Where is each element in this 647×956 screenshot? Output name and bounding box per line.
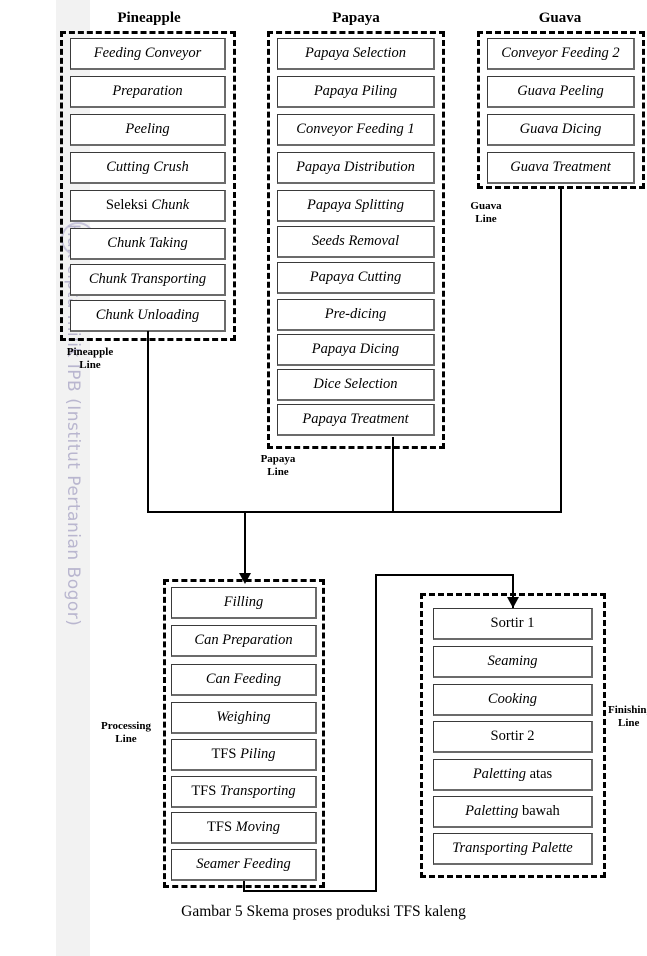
step-box[interactable]: Cooking (433, 684, 593, 716)
step-box[interactable]: Filling (171, 587, 317, 619)
step-box[interactable]: Seamer Feeding (171, 849, 317, 881)
step-box[interactable]: Conveyor Feeding 2 (487, 38, 635, 70)
line-label-text: Line (618, 717, 640, 729)
step-box[interactable]: Pre-dicing (277, 299, 435, 331)
connector-papaya-down (392, 437, 394, 513)
step-box[interactable]: Conveyor Feeding 1 (277, 114, 435, 146)
step-box[interactable]: Papaya Dicing (277, 334, 435, 366)
column-title-pineapple: Pineapple (117, 10, 181, 26)
step-box[interactable]: Guava Treatment (487, 152, 635, 184)
step-box[interactable]: Paletting atas (433, 759, 593, 791)
step-box[interactable]: TFS Moving (171, 812, 317, 844)
step-box[interactable]: Papaya Selection (277, 38, 435, 70)
connector-bus-to-processing (244, 511, 246, 574)
step-box[interactable]: Peeling (70, 114, 226, 146)
step-box[interactable]: Guava Dicing (487, 114, 635, 146)
connector-top-to-finishing (375, 574, 514, 576)
step-box[interactable]: Paletting bawah (433, 796, 593, 828)
line-label-text: Papaya (260, 453, 296, 465)
step-box[interactable]: Guava Peeling (487, 76, 635, 108)
step-box[interactable]: Sortir 2 (433, 721, 593, 753)
step-box[interactable]: Sortir 1 (433, 608, 593, 640)
step-box[interactable]: Preparation (70, 76, 226, 108)
step-box[interactable]: Papaya Cutting (277, 262, 435, 294)
line-label-processing: Processing Line (88, 720, 164, 746)
step-box[interactable]: Papaya Piling (277, 76, 435, 108)
connector-riser-up (375, 574, 377, 892)
column-title-papaya: Papaya (332, 10, 380, 26)
step-box[interactable]: Feeding Conveyor (70, 38, 226, 70)
connector-pineapple-down (147, 331, 149, 513)
line-label-text: Processing (101, 720, 151, 732)
connector-processing-to-right (243, 890, 377, 892)
step-box[interactable]: Weighing (171, 702, 317, 734)
connector-merge-bus (147, 511, 562, 513)
step-box[interactable]: TFS Piling (171, 739, 317, 771)
line-label-text: Finishing (608, 704, 647, 716)
line-label-text: Pineapple (66, 346, 114, 358)
step-box[interactable]: Papaya Distribution (277, 152, 435, 184)
line-label-text: Line (267, 466, 289, 478)
figure-canvas: © Hak cipta milik IPB (Institut Pertania… (0, 0, 647, 956)
step-box[interactable]: Dice Selection (277, 369, 435, 401)
line-label-guava: Guava Line (440, 200, 532, 226)
step-box[interactable]: Cutting Crush (70, 152, 226, 184)
line-label-text: Line (475, 213, 497, 225)
line-label-pineapple: Pineapple Line (44, 346, 136, 372)
step-box[interactable]: TFS Transporting (171, 776, 317, 808)
step-box[interactable]: Seeds Removal (277, 226, 435, 258)
step-box[interactable]: Chunk Transporting (70, 264, 226, 296)
figure-caption: Gambar 5 Skema proses produksi TFS kalen… (181, 903, 466, 920)
line-label-text: Line (79, 359, 101, 371)
step-box[interactable]: Can Feeding (171, 664, 317, 696)
step-box[interactable]: Can Preparation (171, 625, 317, 657)
line-label-finishing: Finishing Line (608, 704, 647, 730)
line-label-papaya: Papaya Line (232, 453, 324, 479)
connector-guava-down (560, 186, 562, 513)
step-box[interactable]: Papaya Splitting (277, 190, 435, 222)
step-box[interactable]: Seaming (433, 646, 593, 678)
step-box[interactable]: Chunk Unloading (70, 300, 226, 332)
step-box[interactable]: Papaya Treatment (277, 404, 435, 436)
line-label-text: Guava (470, 200, 502, 212)
step-box[interactable]: Chunk Taking (70, 228, 226, 260)
step-box[interactable]: Seleksi Chunk (70, 190, 226, 222)
column-title-guava: Guava (538, 10, 582, 26)
line-label-text: Line (115, 733, 137, 745)
step-box[interactable]: Transporting Palette (433, 833, 593, 865)
